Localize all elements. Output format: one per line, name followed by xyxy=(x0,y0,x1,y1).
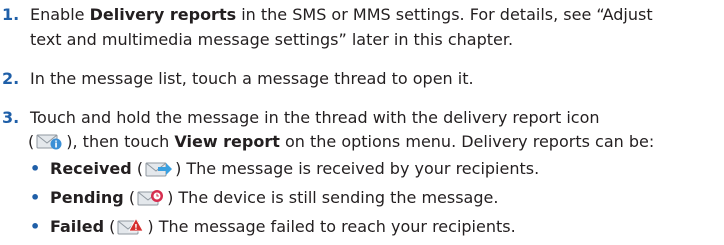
delivery-report-icon: i xyxy=(36,133,64,150)
status-description: The device is still sending the message. xyxy=(178,188,499,207)
bullet: • xyxy=(30,188,41,207)
svg-text:i: i xyxy=(55,141,58,151)
status-description: The message is received by your recipien… xyxy=(186,159,540,178)
failed-report-icon: ! xyxy=(117,218,145,235)
status-failed: Failed (!) The message failed to reach y… xyxy=(50,217,516,236)
step-text: In the message list, touch a message thr… xyxy=(30,69,474,88)
setting-name: Delivery reports xyxy=(89,5,237,24)
status-received: Received () The message is received by y… xyxy=(50,159,540,178)
status-pending: Pending () The device is still sending t… xyxy=(50,188,499,207)
status-label: Failed xyxy=(50,217,105,236)
bullet: • xyxy=(30,217,41,236)
status-label: Pending xyxy=(50,188,124,207)
received-report-icon xyxy=(145,160,173,177)
step-number: 3. xyxy=(2,108,20,127)
step-text: text and multimedia message settings” la… xyxy=(30,30,514,49)
step-text: Touch and hold the message in the thread… xyxy=(30,108,600,127)
bullet: • xyxy=(30,159,41,178)
step-number: 1. xyxy=(2,5,20,24)
status-description: The message failed to reach your recipie… xyxy=(158,217,516,236)
svg-text:!: ! xyxy=(135,223,139,232)
step-number: 2. xyxy=(2,69,20,88)
step-text: in the SMS or MMS settings. For details,… xyxy=(236,5,653,24)
status-label: Received xyxy=(50,159,132,178)
step-text: Enable xyxy=(30,5,90,24)
menu-option: View report xyxy=(174,132,280,151)
pending-report-icon xyxy=(137,189,165,206)
